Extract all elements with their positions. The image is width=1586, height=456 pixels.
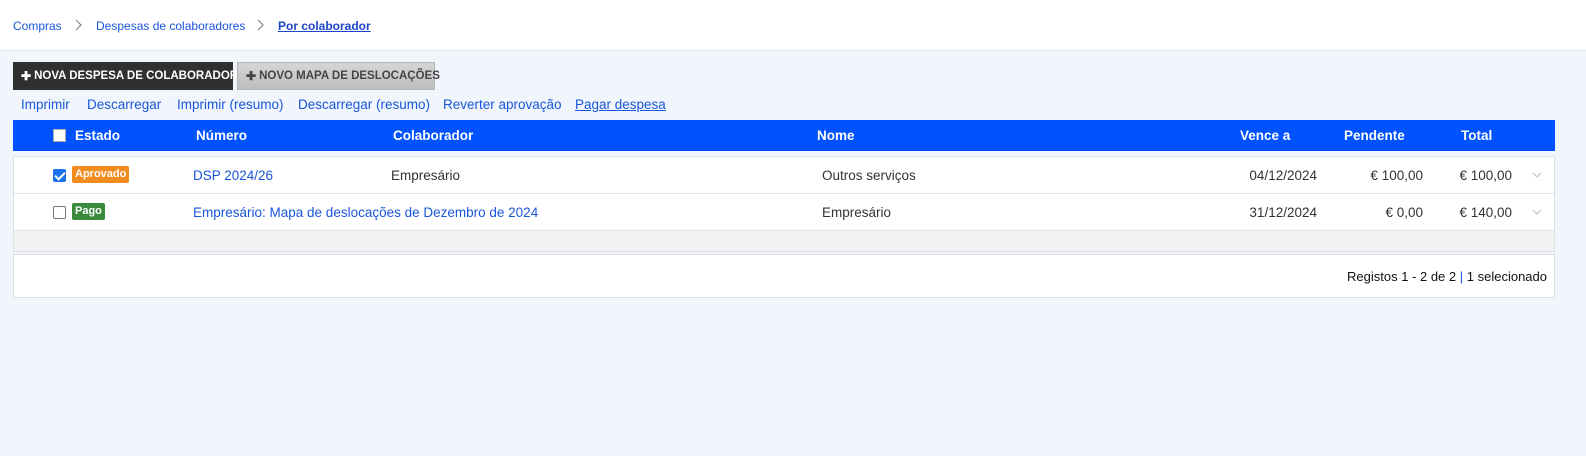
pay-expense-link[interactable]: Pagar despesa — [575, 97, 666, 112]
breadcrumb-compras[interactable]: Compras — [13, 19, 62, 33]
print-link[interactable]: Imprimir — [21, 97, 70, 112]
header-vence[interactable]: Vence a — [1240, 128, 1290, 143]
chevron-down-icon[interactable] — [1531, 208, 1543, 216]
table-header: Estado Número Colaborador Nome Vence a P… — [13, 120, 1555, 151]
new-expense-button[interactable]: ✚ NOVA DESPESA DE COLABORADOR — [13, 62, 238, 90]
expense-number-link[interactable]: DSP 2024/26 — [193, 168, 273, 183]
table-body: Aprovado DSP 2024/26 Empresário Outros s… — [13, 156, 1555, 252]
revert-approval-link[interactable]: Reverter aprovação — [443, 97, 562, 112]
breadcrumb-despesas[interactable]: Despesas de colaboradores — [96, 19, 245, 33]
new-expense-label: NOVA DESPESA DE COLABORADOR — [34, 70, 239, 82]
header-total[interactable]: Total — [1461, 128, 1492, 143]
breadcrumb: Compras Despesas de colaboradores Por co… — [0, 0, 1586, 51]
collaborator-cell: Empresário — [391, 168, 461, 183]
records-summary: Registos 1 - 2 de 2 | 1 selecionado — [1347, 269, 1547, 284]
new-travel-map-button[interactable]: ✚ NOVO MAPA DE DESLOCAÇÕES — [237, 62, 440, 90]
selected-count: 1 selecionado — [1466, 269, 1547, 284]
select-all-checkbox[interactable] — [53, 129, 66, 142]
chevron-right-icon — [75, 19, 82, 31]
table-footer: Registos 1 - 2 de 2 | 1 selecionado — [13, 254, 1555, 298]
status-badge: Pago — [72, 203, 105, 220]
download-link[interactable]: Descarregar — [87, 97, 161, 112]
pending-cell: € 100,00 — [1370, 168, 1423, 183]
row-checkbox[interactable] — [53, 206, 66, 219]
name-cell: Outros serviços — [822, 168, 916, 183]
print-summary-link[interactable]: Imprimir (resumo) — [177, 97, 284, 112]
plus-icon: ✚ — [21, 69, 32, 83]
chevron-right-icon — [257, 19, 264, 31]
header-estado[interactable]: Estado — [75, 128, 120, 143]
chevron-down-icon[interactable] — [1531, 171, 1543, 179]
row-checkbox[interactable] — [53, 169, 66, 182]
pending-cell: € 0,00 — [1385, 205, 1423, 220]
plus-icon: ✚ — [246, 69, 257, 83]
download-summary-link[interactable]: Descarregar (resumo) — [298, 97, 430, 112]
total-cell: € 140,00 — [1459, 205, 1512, 220]
records-count: Registos 1 - 2 de 2 — [1347, 269, 1457, 284]
new-travel-map-label: NOVO MAPA DE DESLOCAÇÕES — [259, 70, 440, 82]
footer-separator: | — [1459, 269, 1464, 284]
table-row[interactable]: Pago Empresário: Mapa de deslocações de … — [14, 194, 1554, 231]
total-cell: € 100,00 — [1459, 168, 1512, 183]
header-colaborador[interactable]: Colaborador — [393, 128, 473, 143]
due-date-cell: 31/12/2024 — [1249, 205, 1317, 220]
status-badge: Aprovado — [72, 166, 130, 183]
table-spacer — [14, 231, 1554, 251]
expense-number-link[interactable]: Empresário: Mapa de deslocações de Dezem… — [193, 205, 538, 220]
name-cell: Empresário — [822, 205, 892, 220]
breadcrumb-current[interactable]: Por colaborador — [278, 19, 371, 33]
header-pendente[interactable]: Pendente — [1344, 128, 1405, 143]
header-nome[interactable]: Nome — [817, 128, 855, 143]
header-numero[interactable]: Número — [196, 128, 247, 143]
due-date-cell: 04/12/2024 — [1249, 168, 1317, 183]
table-row[interactable]: Aprovado DSP 2024/26 Empresário Outros s… — [14, 157, 1554, 194]
